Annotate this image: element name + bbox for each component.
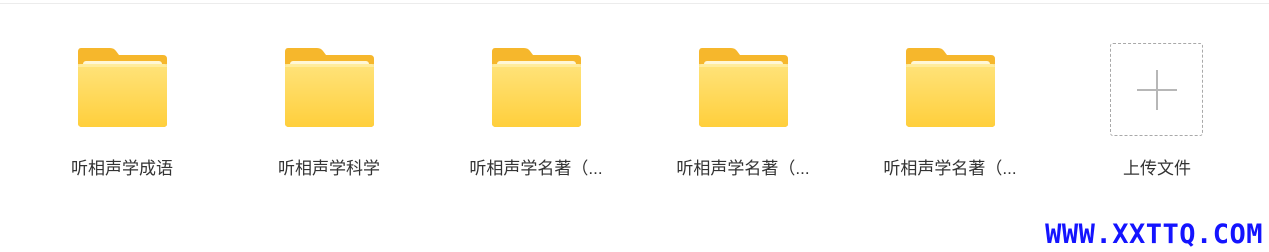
upload-label: 上传文件 bbox=[1123, 159, 1191, 178]
folder-name: 听相声学名著（... bbox=[883, 159, 1017, 178]
folder-icon bbox=[285, 48, 374, 127]
folder-tile-5[interactable]: 听相声学名著（... bbox=[865, 38, 1035, 198]
file-browser-page: 听相声学成语 听相声学科学 听相声学名著（... 听相声学名著（... 听相声学… bbox=[0, 0, 1269, 252]
folder-name: 听相声学名著（... bbox=[469, 159, 603, 178]
folder-icon bbox=[699, 48, 788, 127]
folder-icon bbox=[906, 48, 995, 127]
plus-icon bbox=[1137, 70, 1177, 110]
site-watermark: WWW.XXTTQ.COM bbox=[1045, 219, 1263, 250]
folder-tile-3[interactable]: 听相声学名著（... bbox=[451, 38, 621, 198]
folder-icon bbox=[78, 48, 167, 127]
folder-name: 听相声学名著（... bbox=[676, 159, 810, 178]
folder-icon bbox=[492, 48, 581, 127]
folder-tile-1[interactable]: 听相声学成语 bbox=[37, 38, 207, 198]
folder-tile-2[interactable]: 听相声学科学 bbox=[244, 38, 414, 198]
upload-button[interactable] bbox=[1110, 43, 1203, 136]
file-grid: 听相声学成语 听相声学科学 听相声学名著（... 听相声学名著（... 听相声学… bbox=[0, 0, 1269, 252]
folder-name: 听相声学成语 bbox=[71, 159, 173, 178]
upload-file-tile[interactable]: 上传文件 bbox=[1040, 38, 1210, 198]
folder-tile-4[interactable]: 听相声学名著（... bbox=[658, 38, 828, 198]
folder-name: 听相声学科学 bbox=[278, 159, 380, 178]
